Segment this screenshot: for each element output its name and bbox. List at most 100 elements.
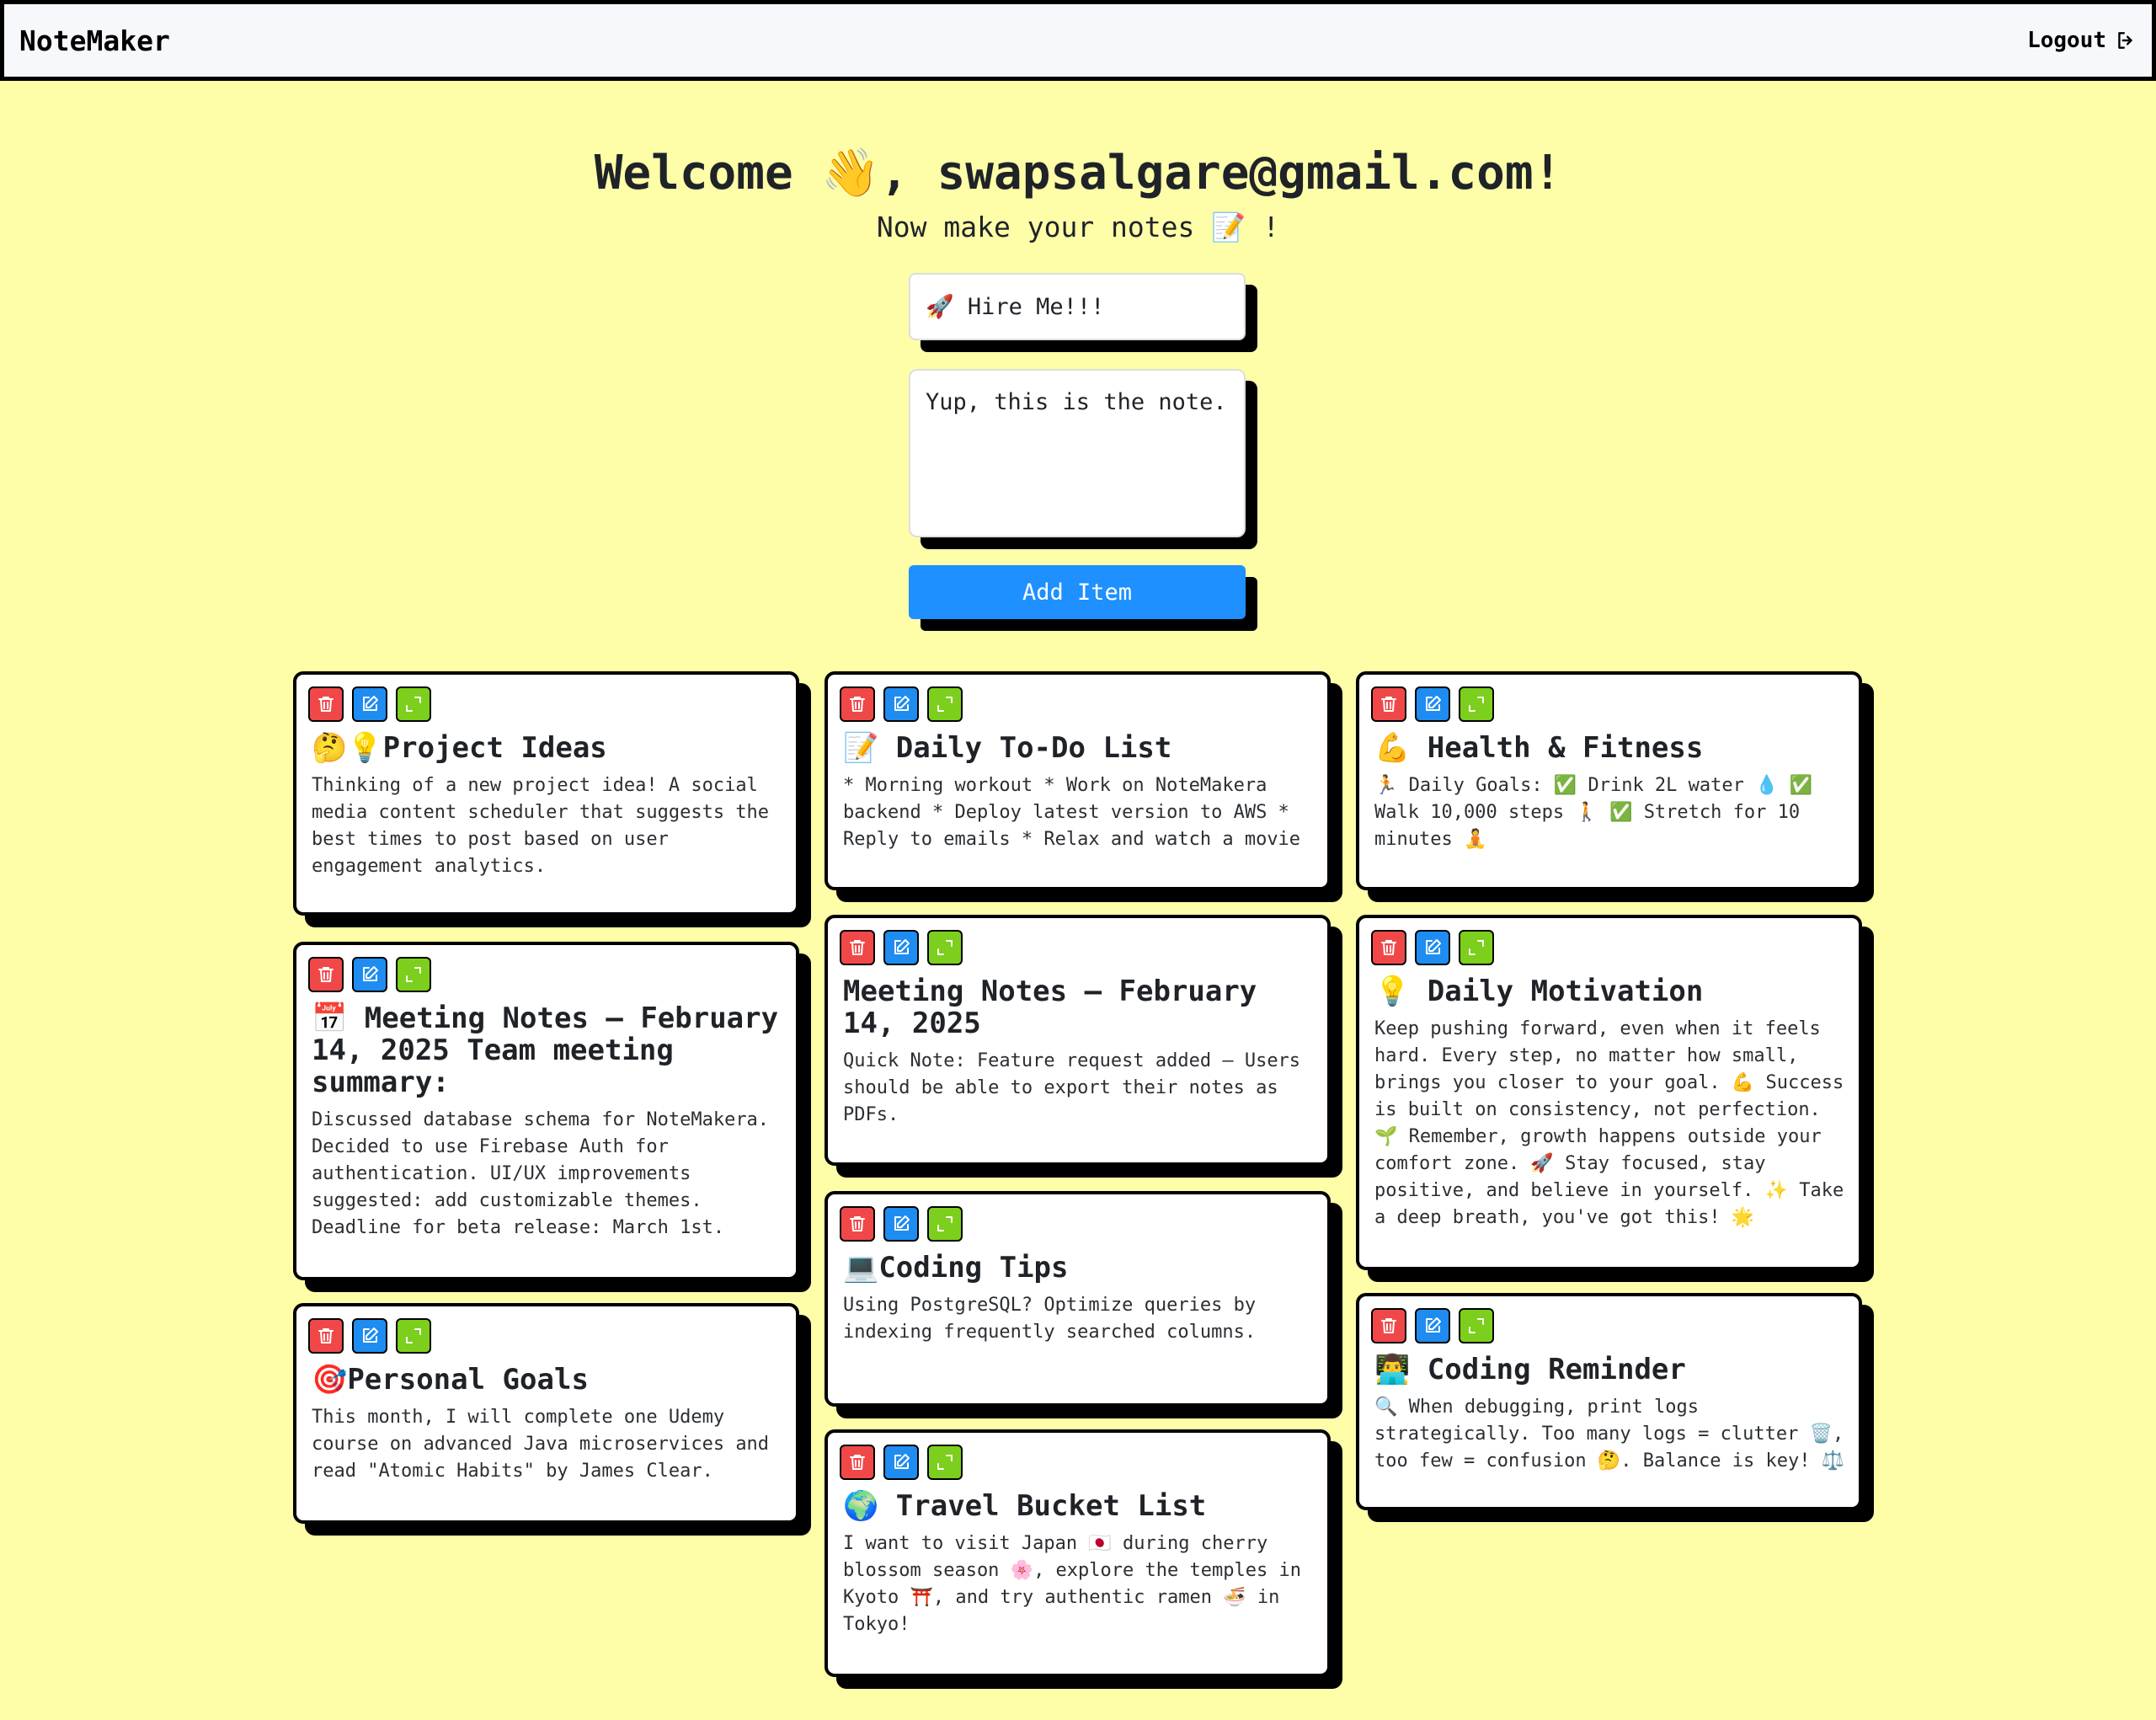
trash-icon [1379, 694, 1399, 714]
edit-button[interactable] [352, 1318, 387, 1354]
trash-icon [316, 964, 336, 985]
expand-icon [935, 937, 955, 958]
delete-button[interactable] [840, 686, 875, 722]
note-actions [308, 957, 782, 992]
note-title-input[interactable] [909, 273, 1246, 340]
logout-icon [2118, 32, 2132, 49]
edit-button[interactable] [352, 686, 387, 722]
note-content: 🔍 When debugging, print logs strategical… [1374, 1397, 1855, 1472]
welcome-heading: Welcome 👋, swapsalgare@gmail.com! [594, 146, 1562, 200]
expand-icon [935, 1452, 955, 1472]
edit-icon [891, 1214, 911, 1234]
edit-button[interactable] [1415, 930, 1450, 965]
edit-icon [891, 1452, 911, 1472]
expand-button[interactable] [396, 957, 431, 992]
trash-icon [847, 1452, 867, 1472]
note-content-textarea[interactable]: Yup, this is the note. [909, 369, 1246, 537]
trash-icon [847, 694, 867, 714]
expand-icon [935, 1214, 955, 1234]
edit-icon [891, 937, 911, 958]
add-item-button[interactable]: Add Item [909, 565, 1246, 619]
edit-icon [360, 964, 380, 985]
note-content: Keep pushing forward, even when it feels… [1374, 1018, 1855, 1228]
note-content: * Morning workout * Work on NoteMakera b… [843, 775, 1301, 850]
note-content: Using PostgreSQL? Optimize queries by in… [843, 1295, 1267, 1343]
edit-button[interactable] [1415, 1308, 1450, 1343]
brand-logo[interactable]: NoteMaker [19, 24, 170, 57]
edit-button[interactable] [883, 930, 919, 965]
edit-button[interactable] [883, 1445, 919, 1480]
note-title: 📝 Daily To-Do List [843, 731, 1172, 765]
expand-button[interactable] [396, 686, 431, 722]
note-title: 🎯Personal Goals [312, 1363, 589, 1397]
expand-icon [1466, 937, 1486, 958]
edit-button[interactable] [352, 957, 387, 992]
note-content: Quick Note: Feature request added – User… [843, 1050, 1312, 1125]
note-title: 👨‍💻 Coding Reminder [1374, 1353, 1686, 1386]
note-card: 🤔💡Project Ideas Thinking of a new projec… [293, 671, 799, 916]
expand-button[interactable] [927, 686, 963, 722]
note-content: I want to visit Japan 🇯🇵 during cherry b… [843, 1533, 1313, 1635]
edit-button[interactable] [883, 686, 919, 722]
note-actions [308, 1318, 782, 1354]
logout-button[interactable]: Logout [2027, 28, 2137, 53]
navbar: NoteMaker Logout [0, 0, 2156, 81]
trash-icon [1379, 937, 1399, 958]
delete-button[interactable] [308, 1318, 344, 1354]
note-card: 💪 Health & Fitness 🏃 Daily Goals: ✅ Drin… [1356, 671, 1862, 890]
edit-icon [1422, 937, 1443, 958]
note-card: 🌍 Travel Bucket List I want to visit Jap… [825, 1429, 1331, 1677]
edit-icon [891, 694, 911, 714]
note-card: 💡 Daily Motivation Keep pushing forward,… [1356, 915, 1862, 1270]
note-card: 👨‍💻 Coding Reminder 🔍 When debugging, pr… [1356, 1293, 1862, 1510]
note-title: 💻Coding Tips [843, 1251, 1069, 1285]
delete-button[interactable] [1371, 1308, 1406, 1343]
note-actions [840, 1445, 1314, 1480]
trash-icon [316, 694, 336, 714]
note-title: 🌍 Travel Bucket List [843, 1489, 1207, 1523]
delete-button[interactable] [1371, 930, 1406, 965]
note-card: 🎯Personal Goals This month, I will compl… [293, 1303, 799, 1524]
delete-button[interactable] [840, 930, 875, 965]
expand-icon [1466, 1316, 1486, 1336]
welcome-subtitle: Now make your notes 📝 ! [876, 211, 1280, 243]
edit-icon [1422, 1316, 1443, 1336]
note-content: This month, I will complete one Udemy co… [312, 1407, 781, 1482]
note-title: 🤔💡Project Ideas [312, 731, 607, 765]
edit-icon [360, 1326, 380, 1346]
expand-button[interactable] [927, 1206, 963, 1242]
expand-icon [935, 694, 955, 714]
delete-button[interactable] [308, 957, 344, 992]
expand-button[interactable] [927, 1445, 963, 1480]
edit-button[interactable] [883, 1206, 919, 1242]
delete-button[interactable] [308, 686, 344, 722]
note-card: Meeting Notes – February 14, 2025 Quick … [825, 915, 1331, 1166]
expand-icon [1466, 694, 1486, 714]
expand-button[interactable] [1459, 686, 1494, 722]
note-actions [840, 686, 1314, 722]
expand-button[interactable] [1459, 1308, 1494, 1343]
expand-icon [403, 1326, 424, 1346]
delete-button[interactable] [840, 1445, 875, 1480]
note-content: 🏃 Daily Goals: ✅ Drink 2L water 💧 ✅ Walk… [1374, 775, 1824, 850]
note-card: 📅 Meeting Notes – February 14, 2025 Team… [293, 942, 799, 1280]
delete-button[interactable] [1371, 686, 1406, 722]
expand-button[interactable] [927, 930, 963, 965]
note-actions [1371, 1308, 1845, 1343]
edit-icon [1422, 694, 1443, 714]
note-actions [308, 686, 782, 722]
note-actions [1371, 930, 1845, 965]
expand-button[interactable] [1459, 930, 1494, 965]
delete-button[interactable] [840, 1206, 875, 1242]
note-actions [840, 1206, 1314, 1242]
note-title: Meeting Notes – February 14, 2025 [843, 975, 1257, 1040]
note-content: Thinking of a new project idea! A social… [312, 775, 781, 877]
expand-icon [403, 694, 424, 714]
trash-icon [316, 1326, 336, 1346]
edit-button[interactable] [1415, 686, 1450, 722]
expand-button[interactable] [396, 1318, 431, 1354]
trash-icon [1379, 1316, 1399, 1336]
note-title: 📅 Meeting Notes – February 14, 2025 Team… [312, 1002, 779, 1099]
note-content: Discussed database schema for NoteMakera… [312, 1109, 781, 1238]
note-title: 💪 Health & Fitness [1374, 731, 1704, 765]
